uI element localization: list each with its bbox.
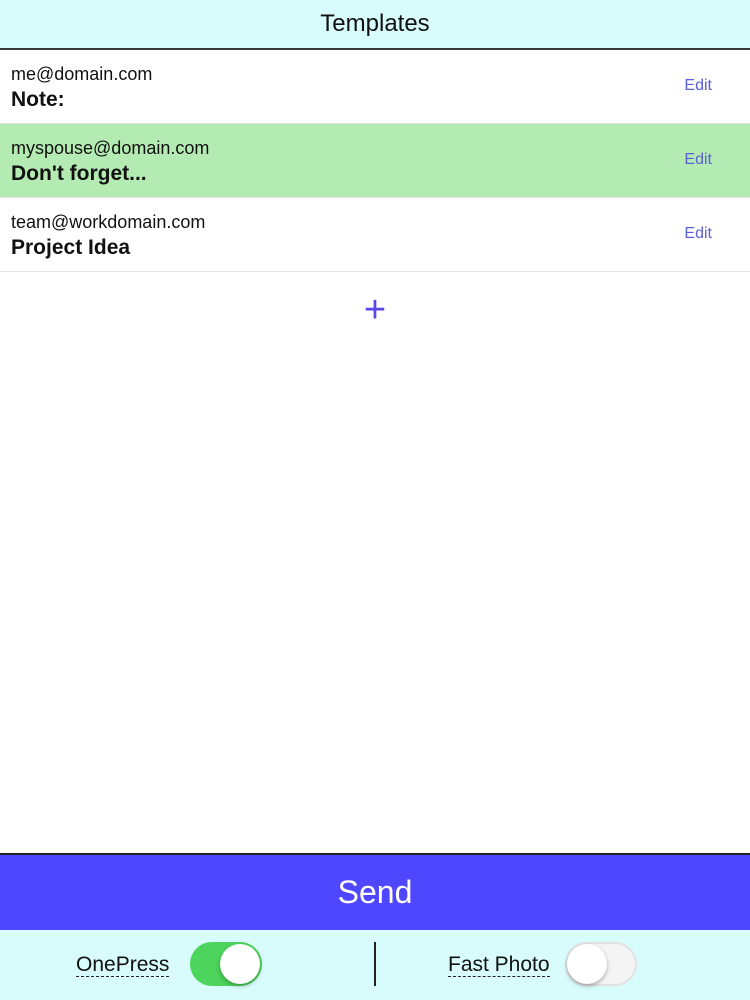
fast-photo-label: Fast Photo <box>448 953 550 977</box>
template-row-2[interactable]: myspouse@domain.com Don't forget... Edit <box>0 124 750 198</box>
template-email: team@workdomain.com <box>11 212 206 232</box>
onepress-label: OnePress <box>76 953 170 977</box>
fast-photo-toggle[interactable] <box>565 942 637 986</box>
plus-icon: + <box>363 288 387 331</box>
edit-button[interactable]: Edit <box>684 225 712 243</box>
template-row-3[interactable]: team@workdomain.com Project Idea Edit <box>0 198 750 272</box>
toggle-knob <box>220 944 260 984</box>
template-list: me@domain.com Note: Edit myspouse@domain… <box>0 50 750 272</box>
edit-button[interactable]: Edit <box>684 151 712 169</box>
template-subject: Project Idea <box>11 236 131 259</box>
send-label: Send <box>337 874 413 910</box>
onepress-toggle[interactable] <box>190 942 262 986</box>
template-row-1[interactable]: me@domain.com Note: Edit <box>0 50 750 124</box>
template-subject: Don't forget... <box>11 162 147 185</box>
template-subject: Note: <box>11 88 65 111</box>
title-bar: Templates <box>0 0 750 50</box>
divider <box>374 942 376 986</box>
toggle-knob <box>567 944 607 984</box>
send-button[interactable]: Send <box>0 853 750 930</box>
template-email: myspouse@domain.com <box>11 138 210 158</box>
template-email: me@domain.com <box>11 64 153 84</box>
footer-toolbar: OnePress Fast Photo <box>0 930 750 1000</box>
add-template-button[interactable]: + <box>355 288 395 331</box>
page-title: Templates <box>320 10 430 37</box>
edit-button[interactable]: Edit <box>684 77 712 95</box>
